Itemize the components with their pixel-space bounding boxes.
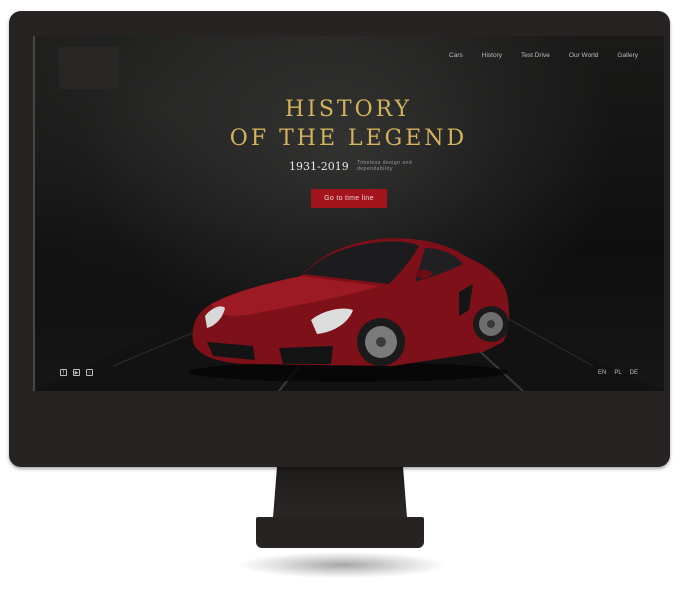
facebook-icon[interactable]: f [60, 369, 67, 376]
hero-title-line2: OF THE LEGEND [229, 126, 468, 151]
screen-edge [33, 36, 35, 391]
hero-years: 1931-2019 [289, 160, 349, 173]
social-links: f ▶ ○ [60, 369, 93, 376]
car-image [188, 238, 510, 382]
monitor-neck [273, 466, 407, 518]
nav-item-test-drive[interactable]: Test Drive [521, 52, 550, 59]
logo-placeholder[interactable] [59, 47, 119, 89]
hero-title-line1: HISTORY [284, 97, 413, 122]
main-nav: Cars History Test Drive Our World Galler… [430, 52, 638, 59]
language-switcher: EN PL DE [598, 370, 638, 376]
nav-item-history[interactable]: History [482, 52, 502, 59]
lang-pl[interactable]: PL [614, 370, 621, 376]
youtube-icon[interactable]: ▶ [73, 369, 80, 376]
nav-item-cars[interactable]: Cars [449, 52, 463, 59]
monitor-stand [256, 517, 424, 548]
nav-item-our-world[interactable]: Our World [569, 52, 599, 59]
screen: Cars History Test Drive Our World Galler… [33, 36, 664, 391]
instagram-icon[interactable]: ○ [86, 369, 93, 376]
go-to-timeline-button[interactable]: Go to time line [311, 189, 387, 208]
monitor-bezel: Cars History Test Drive Our World Galler… [9, 11, 670, 467]
lang-de[interactable]: DE [630, 370, 638, 376]
stand-shadow [240, 552, 445, 578]
lang-en[interactable]: EN [598, 370, 606, 376]
nav-item-gallery[interactable]: Gallery [617, 52, 638, 59]
hero-tagline: Timeless design and dependability [357, 160, 413, 172]
